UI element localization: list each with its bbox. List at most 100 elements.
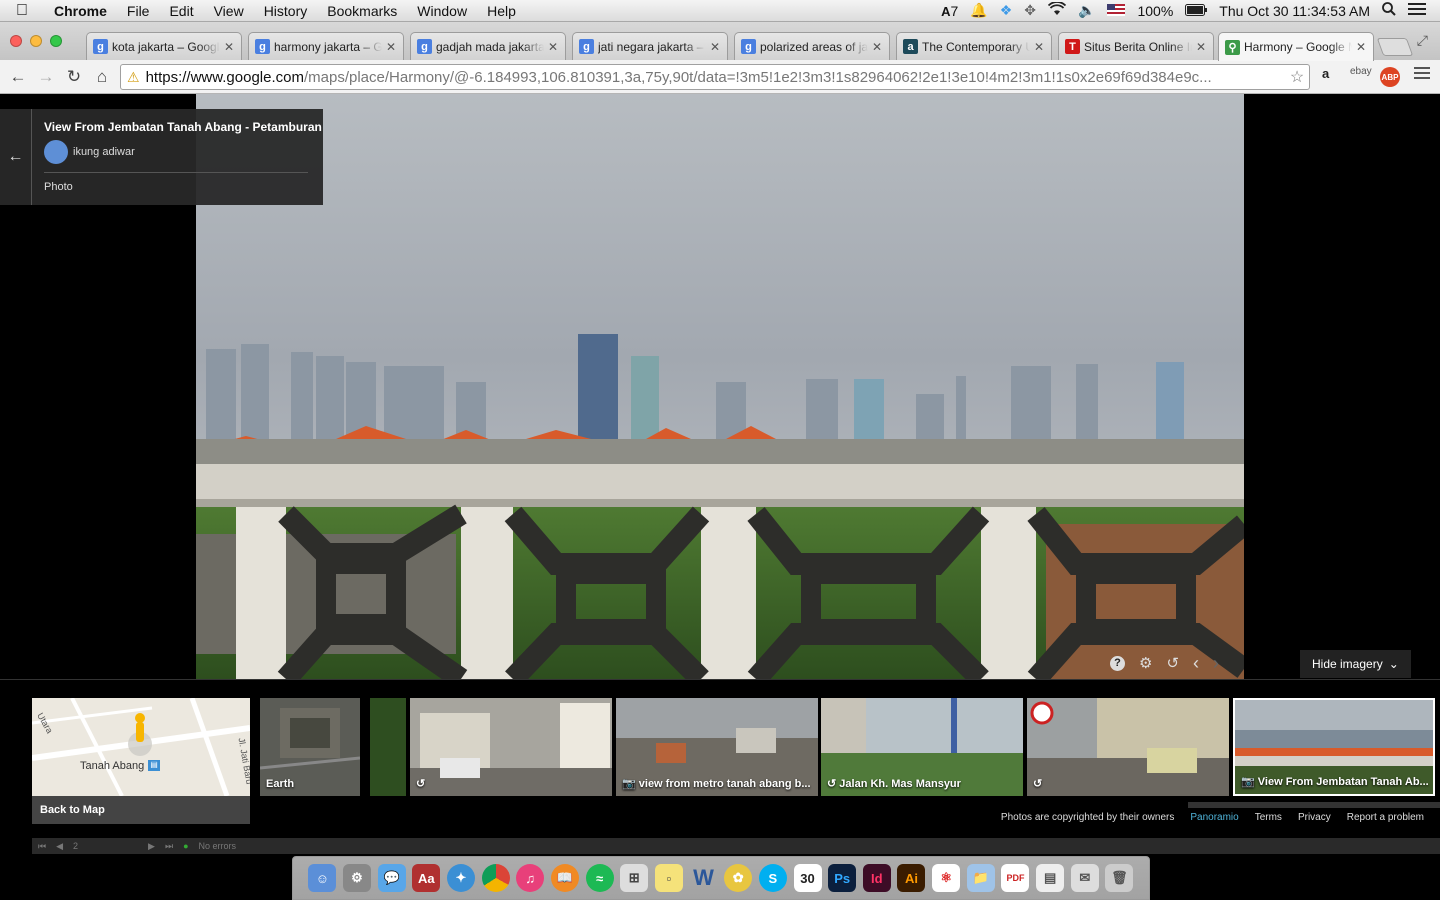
thumbnail-scrollbar[interactable] [1188,802,1440,808]
folder-icon[interactable]: 📁 [966,864,995,892]
skype-icon[interactable]: S [758,864,787,892]
previous-photo-icon[interactable]: ‹ [1193,653,1199,674]
tab-situs-berita[interactable]: T Situs Berita Online In ✕ [1058,32,1214,60]
wifi-icon[interactable] [1047,1,1067,19]
notification-center-icon[interactable] [1408,2,1426,19]
menu-history[interactable]: History [254,3,318,19]
page-number[interactable]: 2 [73,841,78,851]
forward-arrow-icon[interactable]: → [32,67,60,87]
tab-close-icon[interactable]: ✕ [871,40,883,54]
tab-close-icon[interactable]: ✕ [1355,40,1367,54]
help-icon[interactable]: ? [1110,655,1125,671]
menu-app[interactable]: Chrome [44,3,117,19]
move-icon[interactable]: ✥ [1024,2,1036,19]
trash-icon[interactable]: 🗑 [1105,864,1134,892]
tab-kota-jakarta[interactable]: g kota jakarta – Google ✕ [86,32,242,60]
reload-icon[interactable]: ↻ [60,67,88,87]
tab-polarized-areas[interactable]: g polarized areas of jakarta ✕ [734,32,890,60]
minimize-window-button[interactable] [30,35,42,47]
menu-edit[interactable]: Edit [159,3,203,19]
zoom-window-button[interactable] [50,35,62,47]
menu-bookmarks[interactable]: Bookmarks [317,3,407,19]
tab-close-icon[interactable]: ✕ [547,40,559,54]
adobe-status-icon[interactable]: A7 [941,3,958,19]
next-photo-icon[interactable]: › [1213,653,1219,674]
adblock-plus-icon[interactable]: ABP [1380,67,1400,87]
next-page-icon[interactable]: ▶ [148,841,155,852]
menu-file[interactable]: File [117,3,160,19]
tab-close-icon[interactable]: ✕ [709,40,721,54]
tab-close-icon[interactable]: ✕ [223,40,235,54]
address-bar[interactable]: ⚠ https://www.google.com/maps/place/Harm… [120,64,1310,90]
itunes-icon[interactable]: ♫ [516,864,545,892]
tab-harmony-jakarta[interactable]: g harmony jakarta – Google ✕ [248,32,404,60]
spotify-icon[interactable]: ≈ [585,864,614,892]
panoramio-link[interactable]: Panoramio [1190,812,1238,823]
selected-photo-thumbnail[interactable]: 📷 View From Jembatan Tanah Ab... [1233,698,1435,796]
privacy-link[interactable]: Privacy [1298,812,1331,823]
chrome-menu-icon[interactable] [1414,66,1430,83]
tab-contemporary[interactable]: a The Contemporary U ✕ [896,32,1052,60]
tab-close-icon[interactable]: ✕ [1195,40,1207,54]
flag-us-icon[interactable] [1107,3,1126,19]
url-text[interactable]: https://www.google.com/maps/place/Harmon… [146,69,1285,86]
photo-title[interactable]: View From Jembatan Tanah Abang - Petambu… [44,120,322,134]
ibooks-icon[interactable]: 📖 [550,864,579,892]
terms-link[interactable]: Terms [1255,812,1282,823]
safari-icon[interactable]: ✦ [446,864,475,892]
author-avatar[interactable] [44,140,68,164]
tab-harmony-maps[interactable]: ⚲ Harmony – Google M ✕ [1218,32,1374,61]
earth-thumbnail[interactable]: Earth [260,698,360,796]
spotlight-search-icon[interactable] [1382,2,1396,19]
back-arrow-icon[interactable]: ← [4,67,32,87]
warning-lock-icon[interactable]: ⚠ [127,69,140,86]
clock[interactable]: Thu Oct 30 11:34:53 AM [1219,3,1370,19]
street-view-thumbnail[interactable]: ↺ [1027,698,1229,796]
aqualung-icon[interactable]: ✿ [724,864,753,892]
report-problem-link[interactable]: Report a problem [1347,812,1424,823]
hide-imagery-button[interactable]: Hide imagery ⌄ [1300,650,1411,678]
home-icon[interactable]: ⌂ [88,67,116,87]
back-to-map-button[interactable]: Back to Map [32,796,250,824]
dropbox-icon[interactable]: ❖ [1000,2,1013,19]
tab-close-icon[interactable]: ✕ [385,40,397,54]
tab-jati-negara[interactable]: g jati negara jakarta – ✕ [572,32,728,60]
calculator-icon[interactable]: ⊞ [620,864,649,892]
last-page-icon[interactable]: ⏭ [165,841,173,852]
menu-window[interactable]: Window [407,3,477,19]
stickies-icon[interactable]: ▫ [654,864,683,892]
photo-thumbnail[interactable]: 📷 view from metro tanah abang b... [616,698,818,796]
apple-menu-icon[interactable]:  [0,2,44,20]
word-icon[interactable]: W [690,864,718,892]
acrobat-icon[interactable]: ⚛ [932,864,961,892]
illustrator-icon[interactable]: Ai [897,864,926,892]
dictionary-icon[interactable]: Aa [412,864,441,892]
main-photo[interactable] [196,94,1244,679]
photo-author[interactable]: ikung adiwar [73,146,135,158]
pdf-icon[interactable]: PDF [1001,864,1030,892]
volume-icon[interactable]: 🔈 [1078,2,1095,19]
previous-page-icon[interactable]: ◀ [56,841,63,852]
new-tab-button[interactable] [1376,38,1414,56]
close-window-button[interactable] [10,35,22,47]
system-preferences-icon[interactable]: ⚙ [342,864,371,892]
map-thumbnail[interactable]: Tanah Abang ▤ Utara Jl. Jati Baru [32,698,250,796]
battery-icon[interactable] [1185,3,1208,19]
street-view-thumbnail[interactable]: ↺ [410,698,612,796]
street-view-thumbnail[interactable]: ↺ Jalan Kh. Mas Mansyur [821,698,1023,796]
bookmark-star-icon[interactable]: ☆ [1285,67,1309,87]
chrome-icon[interactable] [481,864,510,892]
ebay-extension-icon[interactable]: ebay [1350,66,1372,77]
settings-gear-icon[interactable]: ⚙ [1139,654,1152,672]
menu-view[interactable]: View [204,3,254,19]
mail-icon[interactable]: ✉ [1070,864,1099,892]
tab-close-icon[interactable]: ✕ [1033,40,1045,54]
calendar-icon[interactable]: 30 [793,864,822,892]
first-page-icon[interactable]: ⏮ [38,841,46,852]
amazon-extension-icon[interactable]: a [1322,66,1329,81]
rotate-icon[interactable]: ↺ [1166,654,1179,672]
tab-gadjah-mada[interactable]: g gadjah mada jakarta ✕ [410,32,566,60]
back-arrow-icon[interactable]: ← [0,109,32,205]
messages-icon[interactable]: 💬 [377,864,406,892]
preview-icon[interactable]: ▤ [1036,864,1065,892]
